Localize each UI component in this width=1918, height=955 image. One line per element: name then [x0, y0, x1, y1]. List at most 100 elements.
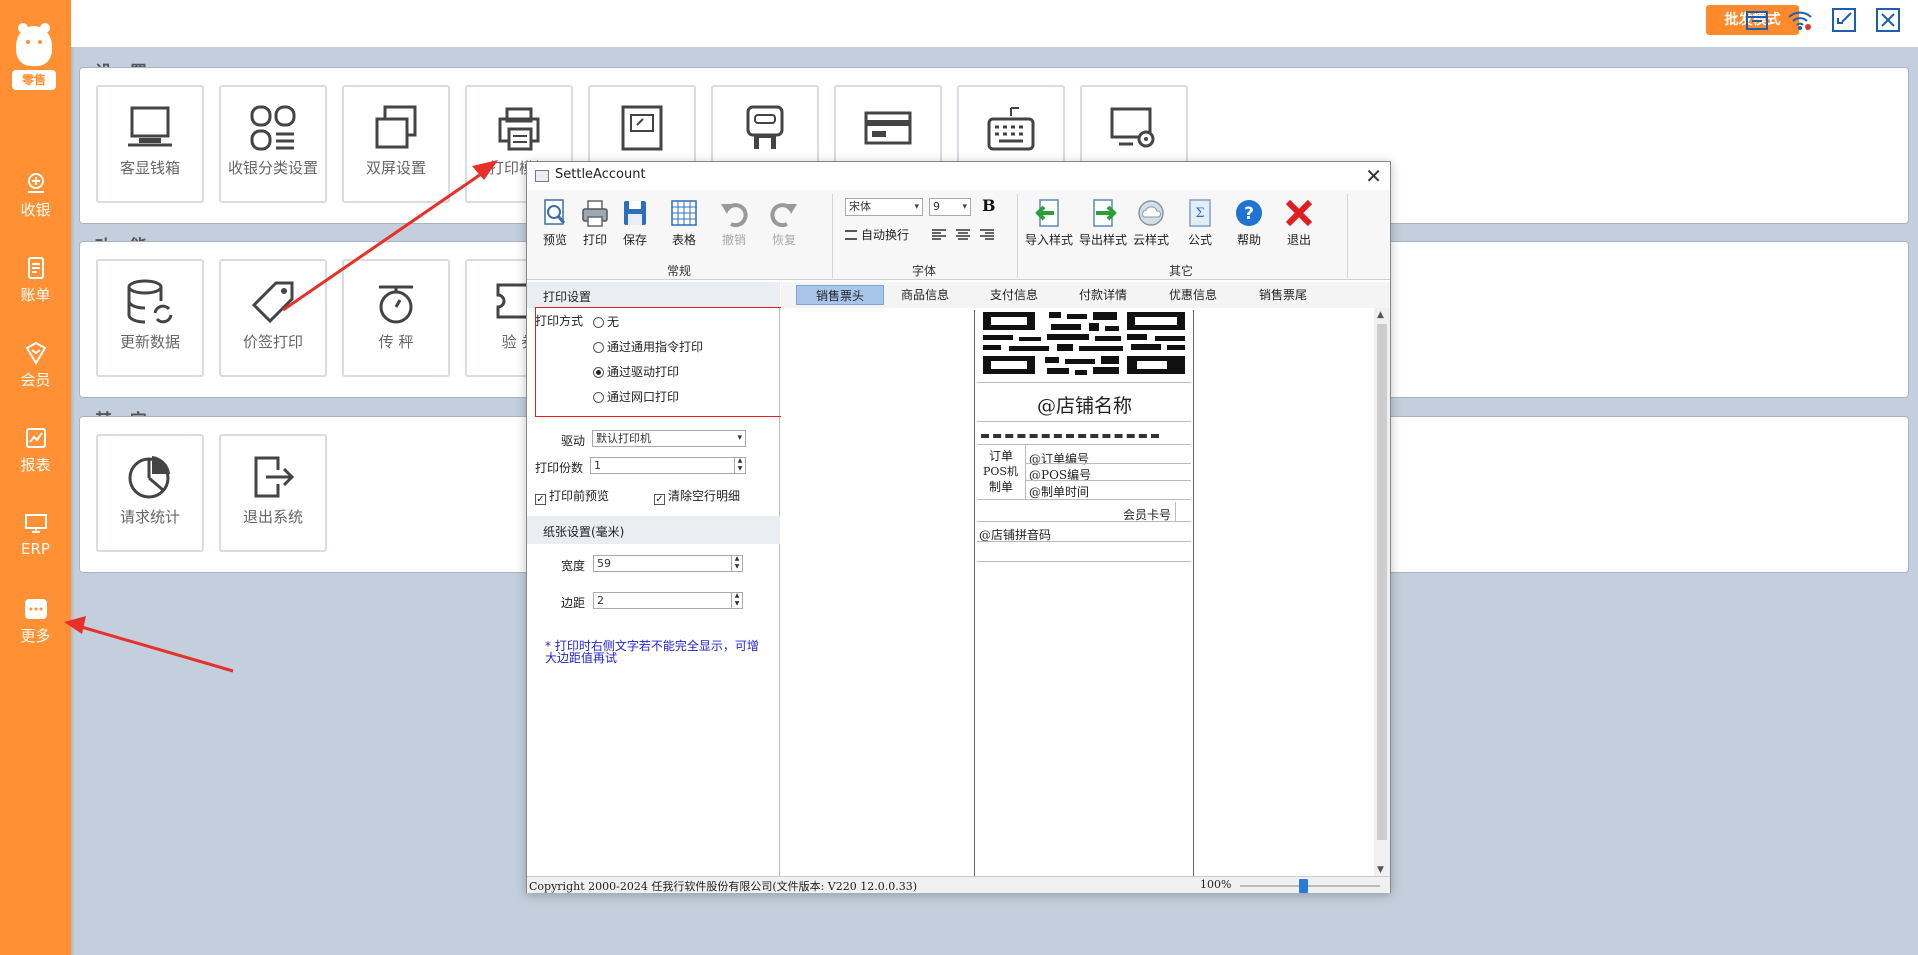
preview-button[interactable]: 预览	[535, 198, 575, 248]
auto-wrap-label: 自动换行	[861, 228, 910, 242]
paper-settings-header: 纸张设置(毫米)	[527, 516, 780, 544]
driver-select[interactable]: 默认打印机 ▾	[592, 430, 746, 447]
redo-icon	[770, 203, 797, 228]
order-info-table[interactable]: 订单 @订单编号 POS机 @POS编号 制单 @制单时间	[977, 444, 1191, 500]
store-name-cell[interactable]: @店铺名称	[977, 382, 1191, 422]
copies-label: 打印份数	[535, 461, 584, 475]
status-bar: Copyright 2000-2024 任我行软件股份有限公司(文件版本: V2…	[527, 876, 1390, 893]
cloud-style-button[interactable]: 云样式	[1131, 198, 1171, 248]
align-left-icon[interactable]	[932, 229, 946, 241]
tab-product-info[interactable]: 商品信息	[886, 285, 964, 305]
margin-note: * 打印时右侧文字若不能完全显示，可增大边距值再试	[545, 639, 759, 665]
dialog-close-button[interactable]: ✕	[1365, 164, 1382, 188]
auto-wrap-button[interactable]: 自动换行	[845, 226, 909, 243]
export-style-button[interactable]: 导出样式	[1077, 198, 1129, 248]
formula-label: 公式	[1187, 233, 1212, 247]
dialog-title: SettleAccount	[555, 167, 646, 182]
align-center-icon[interactable]	[956, 229, 970, 241]
zoom-level: 100%	[1200, 878, 1232, 891]
driver-value: 默认打印机	[596, 432, 651, 445]
red-x-icon	[1285, 199, 1313, 227]
table-button[interactable]: 表格	[664, 198, 704, 248]
cloud-icon	[1138, 200, 1164, 226]
copies-input[interactable]: 1 ▲ ▼	[590, 457, 746, 474]
width-spinner[interactable]: ▲ ▼	[731, 555, 742, 572]
annotation-arrowhead	[64, 616, 86, 634]
copies-spinner[interactable]: ▲ ▼	[734, 457, 745, 474]
export-style-icon	[1093, 199, 1117, 227]
order-number-field: @订单编号	[1029, 452, 1090, 466]
import-style-label: 导入样式	[1024, 233, 1073, 247]
import-style-button[interactable]: 导入样式	[1023, 198, 1075, 248]
clear-empty-rows-checkbox[interactable]: ✓ 清除空行明细	[654, 487, 740, 505]
save-label: 保存	[622, 233, 647, 247]
annotation-arrow	[77, 624, 234, 673]
scroll-down-icon[interactable]: ▼	[1377, 865, 1384, 875]
redo-button[interactable]: 恢复	[764, 198, 804, 248]
tab-sales-header[interactable]: 销售票头	[796, 285, 884, 305]
width-label: 宽度	[561, 559, 586, 573]
wrap-icon	[845, 230, 857, 240]
paper-width-input[interactable]: 59 ▲ ▼	[593, 555, 743, 572]
bold-button[interactable]: B	[982, 196, 996, 215]
created-time-field: @制单时间	[1029, 485, 1090, 499]
table-divider	[1025, 480, 1191, 481]
driver-label: 驱动	[561, 434, 586, 448]
canvas-scrollbar[interactable]: ▲ ▼	[1374, 308, 1390, 877]
margin-label: 边距	[561, 596, 586, 610]
member-card-row[interactable]: 会员卡号	[977, 502, 1191, 522]
ribbon-group-other: 其它	[1169, 264, 1194, 278]
ribbon-toolbar: 预览 打印 保存 表格 撤销 恢复 常规 宋体 9 B 自动换行	[527, 190, 1390, 280]
undo-button[interactable]: 撤销	[714, 198, 754, 248]
help-button[interactable]: ? 帮助	[1229, 198, 1269, 248]
table-label: 表格	[671, 233, 696, 247]
tab-payment-details[interactable]: 付款详情	[1064, 285, 1142, 305]
exit-label: 退出	[1286, 233, 1311, 247]
formula-icon: Σ	[1189, 199, 1211, 227]
pos-label: POS机	[983, 465, 1018, 478]
checkbox-checked-icon: ✓	[535, 494, 546, 505]
store-pinyin-row[interactable]: @店铺拼音码	[977, 522, 1191, 542]
exit-button[interactable]: 退出	[1279, 198, 1319, 248]
preview-before-print-checkbox[interactable]: ✓ 打印前预览	[535, 487, 609, 505]
floppy-disk-icon	[624, 201, 646, 225]
svg-text:Σ: Σ	[1195, 206, 1204, 221]
print-label: 打印	[582, 233, 607, 247]
scroll-up-icon[interactable]: ▲	[1377, 310, 1384, 320]
print-button[interactable]: 打印	[575, 198, 615, 248]
receipt-preview: @店铺名称 订单 @订单编号 POS机 @POS编号 制单 @制单时间 会员卡号…	[974, 310, 1194, 877]
cloud-style-label: 云样式	[1132, 233, 1169, 247]
align-right-icon[interactable]	[980, 229, 994, 241]
copies-value: 1	[594, 459, 601, 472]
store-name-field: @店铺名称	[1037, 395, 1133, 417]
tab-discount-info[interactable]: 优惠信息	[1154, 285, 1232, 305]
font-size-select[interactable]: 9	[929, 198, 971, 216]
margin-value: 2	[597, 594, 604, 607]
scrollbar-thumb[interactable]	[1377, 324, 1387, 840]
member-card-field: 会员卡号	[1123, 508, 1172, 522]
window-icon	[535, 170, 549, 182]
paper-margin-input[interactable]: 2 ▲ ▼	[593, 592, 743, 609]
table-divider	[1025, 445, 1026, 499]
tab-sales-footer[interactable]: 销售票尾	[1244, 285, 1322, 305]
template-tabs: 销售票头 商品信息 支付信息 付款详情 优惠信息 销售票尾	[781, 282, 1390, 308]
checkbox-label: 清除空行明细	[668, 489, 741, 503]
redo-label: 恢复	[771, 233, 796, 247]
created-by-label: 制单	[989, 480, 1014, 494]
zoom-slider-track[interactable]	[1240, 879, 1380, 893]
store-pinyin-field: @店铺拼音码	[979, 528, 1052, 542]
svg-text:?: ?	[1244, 204, 1254, 224]
font-name-select[interactable]: 宋体	[845, 198, 923, 216]
zoom-slider-thumb[interactable]	[1299, 879, 1308, 893]
margin-spinner[interactable]: ▲ ▼	[731, 592, 742, 609]
barcode-image	[979, 310, 1191, 382]
formula-button[interactable]: Σ 公式	[1180, 198, 1220, 248]
template-canvas[interactable]: @店铺名称 订单 @订单编号 POS机 @POS编号 制单 @制单时间 会员卡号…	[781, 308, 1390, 877]
checkbox-checked-icon: ✓	[654, 494, 665, 505]
ribbon-separator	[1347, 194, 1348, 278]
empty-row[interactable]	[977, 542, 1191, 562]
tab-payment-info[interactable]: 支付信息	[975, 285, 1053, 305]
save-button[interactable]: 保存	[615, 198, 655, 248]
annotation-arrow	[282, 168, 488, 312]
preview-icon	[544, 199, 566, 225]
